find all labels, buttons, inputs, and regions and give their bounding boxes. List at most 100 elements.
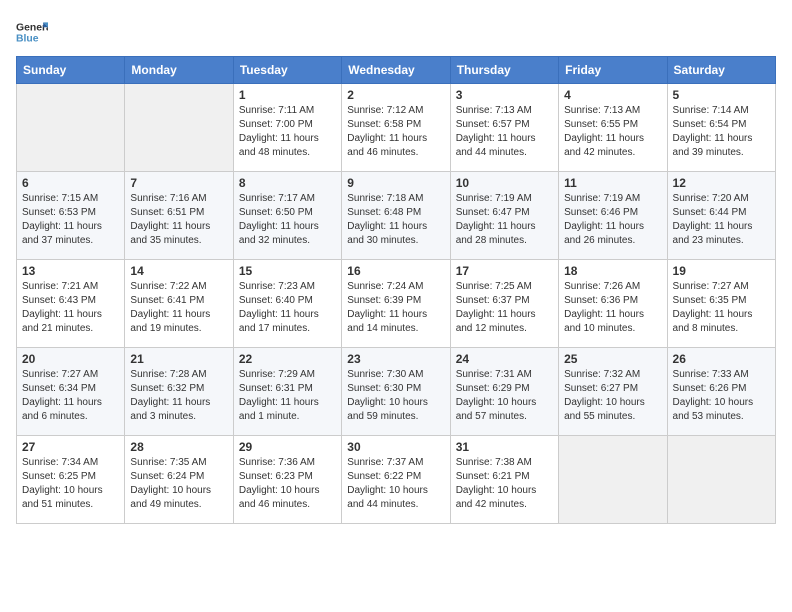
day-number: 30 <box>347 440 444 454</box>
day-info: Sunrise: 7:27 AM Sunset: 6:34 PM Dayligh… <box>22 368 119 424</box>
week-row-5: 27Sunrise: 7:34 AM Sunset: 6:25 PM Dayli… <box>17 436 776 524</box>
day-cell: 10 Sunrise: 7:19 AM Sunset: 6:47 PM Dayli… <box>450 172 558 260</box>
day-number: 31 <box>456 440 553 454</box>
day-number: 15 <box>239 264 336 278</box>
day-number: 26 <box>673 352 770 366</box>
day-info: Sunrise: 7:34 AM Sunset: 6:25 PM Dayligh… <box>22 456 119 512</box>
day-number: 22 <box>239 352 336 366</box>
day-info: Sunrise: 7:15 AM Sunset: 6:53 PM Dayligh… <box>22 192 119 248</box>
day-cell: 24 Sunrise: 7:31 AM Sunset: 6:29 PM Dayli… <box>450 348 558 436</box>
day-info: Sunrise: 7:12 AM Sunset: 6:58 PM Dayligh… <box>347 104 444 160</box>
day-cell: 19 Sunrise: 7:27 AM Sunset: 6:35 PM Dayli… <box>667 260 775 348</box>
day-info: Sunrise: 7:20 AM Sunset: 6:44 PM Dayligh… <box>673 192 770 248</box>
day-number: 9 <box>347 176 444 190</box>
day-info: Sunrise: 7:36 AM Sunset: 6:23 PM Dayligh… <box>239 456 336 512</box>
week-row-2: 6Sunrise: 7:15 AM Sunset: 6:53 PM Daylig… <box>17 172 776 260</box>
day-cell: 28Sunrise: 7:35 AM Sunset: 6:24 PM Dayli… <box>125 436 233 524</box>
day-info: Sunrise: 7:17 AM Sunset: 6:50 PM Dayligh… <box>239 192 336 248</box>
day-cell: 1 Sunrise: 7:11 AM Sunset: 7:00 PM Daylig… <box>233 84 341 172</box>
day-info: Sunrise: 7:11 AM Sunset: 7:00 PM Dayligh… <box>239 104 336 160</box>
week-row-4: 20 Sunrise: 7:27 AM Sunset: 6:34 PM Dayli… <box>17 348 776 436</box>
day-info: Sunrise: 7:24 AM Sunset: 6:39 PM Dayligh… <box>347 280 444 336</box>
day-number: 14 <box>130 264 227 278</box>
day-cell <box>125 84 233 172</box>
day-cell: 6Sunrise: 7:15 AM Sunset: 6:53 PM Daylig… <box>17 172 125 260</box>
day-number: 16 <box>347 264 444 278</box>
day-cell: 7Sunrise: 7:16 AM Sunset: 6:51 PM Daylig… <box>125 172 233 260</box>
col-header-monday: Monday <box>125 57 233 84</box>
day-number: 19 <box>673 264 770 278</box>
col-header-friday: Friday <box>559 57 667 84</box>
day-cell: 16 Sunrise: 7:24 AM Sunset: 6:39 PM Dayli… <box>342 260 450 348</box>
day-info: Sunrise: 7:27 AM Sunset: 6:35 PM Dayligh… <box>673 280 770 336</box>
day-info: Sunrise: 7:21 AM Sunset: 6:43 PM Dayligh… <box>22 280 119 336</box>
day-info: Sunrise: 7:13 AM Sunset: 6:55 PM Dayligh… <box>564 104 661 160</box>
week-row-3: 13Sunrise: 7:21 AM Sunset: 6:43 PM Dayli… <box>17 260 776 348</box>
day-cell: 30 Sunrise: 7:37 AM Sunset: 6:22 PM Dayli… <box>342 436 450 524</box>
day-cell: 25Sunrise: 7:32 AM Sunset: 6:27 PM Dayli… <box>559 348 667 436</box>
day-number: 11 <box>564 176 661 190</box>
day-number: 18 <box>564 264 661 278</box>
day-number: 24 <box>456 352 553 366</box>
day-cell: 14Sunrise: 7:22 AM Sunset: 6:41 PM Dayli… <box>125 260 233 348</box>
day-cell: 18 Sunrise: 7:26 AM Sunset: 6:36 PM Dayli… <box>559 260 667 348</box>
day-info: Sunrise: 7:13 AM Sunset: 6:57 PM Dayligh… <box>456 104 553 160</box>
day-cell: 12 Sunrise: 7:20 AM Sunset: 6:44 PM Dayli… <box>667 172 775 260</box>
day-cell: 15 Sunrise: 7:23 AM Sunset: 6:40 PM Dayli… <box>233 260 341 348</box>
day-cell: 8 Sunrise: 7:17 AM Sunset: 6:50 PM Daylig… <box>233 172 341 260</box>
day-number: 3 <box>456 88 553 102</box>
col-header-wednesday: Wednesday <box>342 57 450 84</box>
day-info: Sunrise: 7:23 AM Sunset: 6:40 PM Dayligh… <box>239 280 336 336</box>
col-header-saturday: Saturday <box>667 57 775 84</box>
day-number: 2 <box>347 88 444 102</box>
day-info: Sunrise: 7:19 AM Sunset: 6:46 PM Dayligh… <box>564 192 661 248</box>
day-cell: 9 Sunrise: 7:18 AM Sunset: 6:48 PM Daylig… <box>342 172 450 260</box>
logo-icon: General Blue <box>16 16 48 48</box>
day-cell: 21 Sunrise: 7:28 AM Sunset: 6:32 PM Dayli… <box>125 348 233 436</box>
day-number: 7 <box>130 176 227 190</box>
day-info: Sunrise: 7:18 AM Sunset: 6:48 PM Dayligh… <box>347 192 444 248</box>
col-header-thursday: Thursday <box>450 57 558 84</box>
day-number: 17 <box>456 264 553 278</box>
day-cell: 3 Sunrise: 7:13 AM Sunset: 6:57 PM Daylig… <box>450 84 558 172</box>
day-cell: 5 Sunrise: 7:14 AM Sunset: 6:54 PM Daylig… <box>667 84 775 172</box>
day-info: Sunrise: 7:14 AM Sunset: 6:54 PM Dayligh… <box>673 104 770 160</box>
day-cell: 2 Sunrise: 7:12 AM Sunset: 6:58 PM Daylig… <box>342 84 450 172</box>
day-info: Sunrise: 7:30 AM Sunset: 6:30 PM Dayligh… <box>347 368 444 424</box>
day-number: 8 <box>239 176 336 190</box>
day-info: Sunrise: 7:33 AM Sunset: 6:26 PM Dayligh… <box>673 368 770 424</box>
day-number: 5 <box>673 88 770 102</box>
day-info: Sunrise: 7:37 AM Sunset: 6:22 PM Dayligh… <box>347 456 444 512</box>
day-cell: 26 Sunrise: 7:33 AM Sunset: 6:26 PM Dayli… <box>667 348 775 436</box>
day-cell: 31Sunrise: 7:38 AM Sunset: 6:21 PM Dayli… <box>450 436 558 524</box>
day-info: Sunrise: 7:31 AM Sunset: 6:29 PM Dayligh… <box>456 368 553 424</box>
day-info: Sunrise: 7:25 AM Sunset: 6:37 PM Dayligh… <box>456 280 553 336</box>
day-cell <box>17 84 125 172</box>
day-cell: 22 Sunrise: 7:29 AM Sunset: 6:31 PM Dayli… <box>233 348 341 436</box>
day-cell: 13Sunrise: 7:21 AM Sunset: 6:43 PM Dayli… <box>17 260 125 348</box>
day-cell: 11 Sunrise: 7:19 AM Sunset: 6:46 PM Dayli… <box>559 172 667 260</box>
day-info: Sunrise: 7:28 AM Sunset: 6:32 PM Dayligh… <box>130 368 227 424</box>
day-number: 21 <box>130 352 227 366</box>
day-cell: 27Sunrise: 7:34 AM Sunset: 6:25 PM Dayli… <box>17 436 125 524</box>
day-number: 25 <box>564 352 661 366</box>
day-info: Sunrise: 7:19 AM Sunset: 6:47 PM Dayligh… <box>456 192 553 248</box>
svg-text:Blue: Blue <box>16 34 39 45</box>
col-header-sunday: Sunday <box>17 57 125 84</box>
week-row-1: 1 Sunrise: 7:11 AM Sunset: 7:00 PM Daylig… <box>17 84 776 172</box>
day-number: 12 <box>673 176 770 190</box>
col-header-tuesday: Tuesday <box>233 57 341 84</box>
day-cell: 23Sunrise: 7:30 AM Sunset: 6:30 PM Dayli… <box>342 348 450 436</box>
day-cell: 29Sunrise: 7:36 AM Sunset: 6:23 PM Dayli… <box>233 436 341 524</box>
logo: General Blue <box>16 16 54 48</box>
day-cell: 17 Sunrise: 7:25 AM Sunset: 6:37 PM Dayli… <box>450 260 558 348</box>
day-info: Sunrise: 7:29 AM Sunset: 6:31 PM Dayligh… <box>239 368 336 424</box>
day-number: 1 <box>239 88 336 102</box>
day-number: 20 <box>22 352 119 366</box>
calendar-table: SundayMondayTuesdayWednesdayThursdayFrid… <box>16 56 776 524</box>
day-info: Sunrise: 7:26 AM Sunset: 6:36 PM Dayligh… <box>564 280 661 336</box>
page-header: General Blue <box>16 16 776 48</box>
day-cell <box>559 436 667 524</box>
day-number: 4 <box>564 88 661 102</box>
day-number: 10 <box>456 176 553 190</box>
